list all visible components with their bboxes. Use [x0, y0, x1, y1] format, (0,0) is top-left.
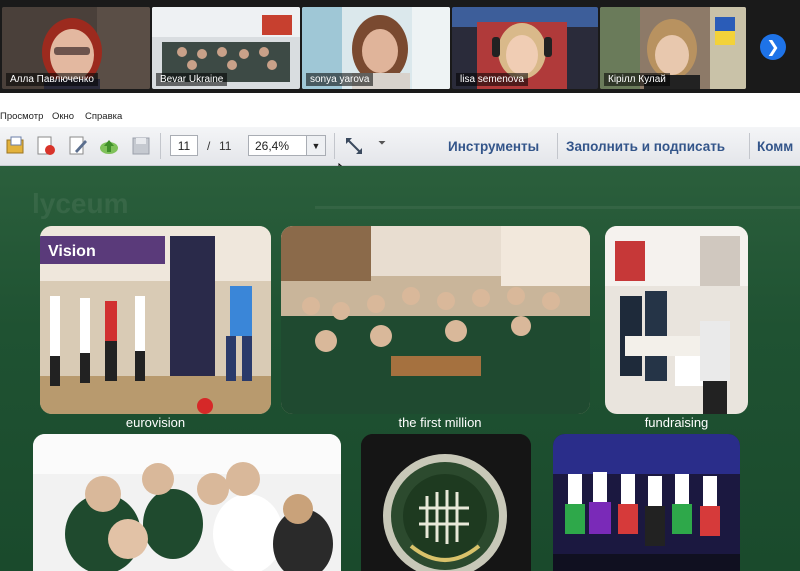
- edit-pdf-icon[interactable]: [67, 135, 89, 157]
- comment-button[interactable]: Комм: [757, 139, 793, 154]
- pdf-document-page: lyceum Vision eurovision the first milli…: [0, 166, 800, 571]
- section-title: lyceum: [32, 188, 129, 219]
- toolbar-more-icon[interactable]: ⏷: [378, 138, 386, 149]
- fill-sign-button[interactable]: Заполнить и подписать: [566, 139, 725, 154]
- fit-page-icon[interactable]: [343, 135, 365, 157]
- page-number-input[interactable]: 11: [170, 135, 198, 156]
- participant-tile[interactable]: Bevar Ukraine: [152, 7, 300, 89]
- participant-name: Кірілл Кулай: [604, 73, 670, 86]
- pdf-toolbar: 11 / 11 26,4% ▼ ⏷ Инструменты Заполнить …: [0, 127, 800, 166]
- participant-name: sonya yarova: [306, 73, 374, 86]
- open-file-icon[interactable]: [5, 135, 27, 157]
- save-icon[interactable]: [130, 135, 152, 157]
- chevron-right-icon: ❯: [766, 37, 780, 56]
- menu-help[interactable]: Справка: [85, 111, 122, 122]
- zoom-dropdown-button[interactable]: ▼: [306, 135, 326, 156]
- dance-performance-photo: [553, 434, 740, 571]
- participant-tile[interactable]: sonya yarova: [302, 7, 450, 89]
- zoom-input[interactable]: 26,4%: [248, 135, 308, 156]
- toolbar-divider: [749, 133, 750, 159]
- participant-name: Алла Павлюченко: [6, 73, 98, 86]
- toolbar-divider: [160, 133, 161, 159]
- page-separator: /: [207, 139, 211, 153]
- menu-view[interactable]: Просмотр: [0, 111, 43, 122]
- video-conference-strip: Алла Павлюченко Bevar Ukraine sonya yaro…: [0, 0, 800, 93]
- toolbar-divider: [334, 133, 335, 159]
- first-million-photo: [281, 226, 590, 414]
- participant-tile[interactable]: Кірілл Кулай: [600, 7, 746, 89]
- fundraising-photo: [605, 226, 748, 414]
- participant-tile[interactable]: Алла Павлюченко: [2, 7, 150, 89]
- create-pdf-icon[interactable]: [35, 135, 57, 157]
- school-emblem-photo: [361, 434, 531, 571]
- page-total: 11: [219, 139, 232, 153]
- tools-button[interactable]: Инструменты: [448, 139, 539, 154]
- chevron-down-icon: ▼: [311, 141, 321, 151]
- participant-name: lisa semenova: [456, 73, 528, 86]
- eurovision-banner: Vision: [48, 243, 96, 260]
- title-divider: [315, 206, 800, 209]
- students-photo: [33, 434, 341, 571]
- participant-tile[interactable]: lisa semenova: [452, 7, 598, 89]
- next-participants-button[interactable]: ❯: [760, 34, 786, 60]
- upload-cloud-icon[interactable]: [98, 135, 120, 157]
- first-million-caption: the first million: [398, 415, 482, 430]
- fundraising-caption: fundraising: [644, 415, 709, 430]
- eurovision-photo: Vision: [40, 226, 271, 414]
- eurovision-caption: eurovision: [125, 415, 186, 430]
- toolbar-divider: [557, 133, 558, 159]
- menu-bar: Просмотр Окно Справка: [0, 93, 800, 128]
- participant-name: Bevar Ukraine: [156, 73, 228, 86]
- menu-window[interactable]: Окно: [52, 111, 74, 122]
